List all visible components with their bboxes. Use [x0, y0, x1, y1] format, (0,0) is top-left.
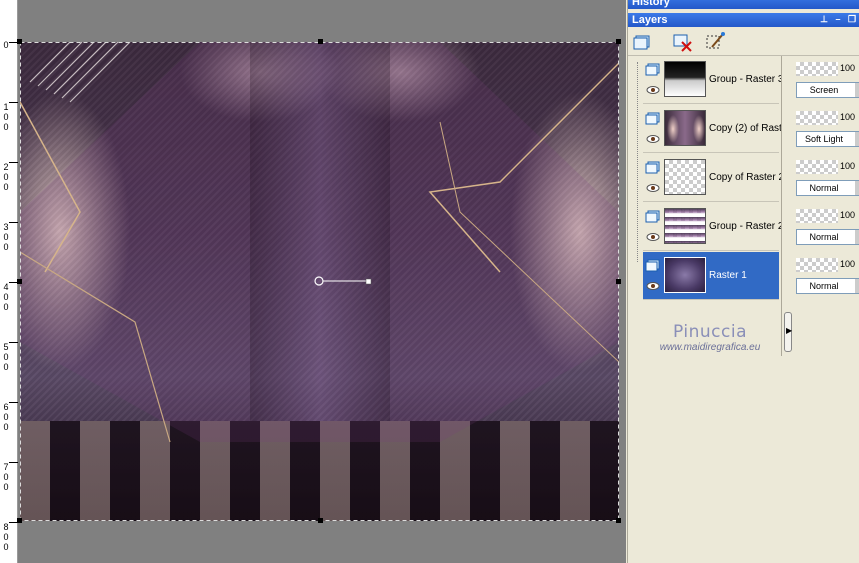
- layer-thumbnail: [664, 257, 706, 293]
- opacity-slider[interactable]: 100: [796, 160, 859, 174]
- blend-mode-select[interactable]: Normal: [796, 229, 859, 245]
- layers-panel-titlebar[interactable]: Layers ⊥ – ❐: [628, 13, 859, 27]
- layer-thumbnail: [664, 159, 706, 195]
- layer-props-row: 100 Normal: [794, 203, 859, 251]
- opacity-slider[interactable]: 100: [796, 258, 859, 272]
- ruler-label: 6 0 0: [3, 402, 9, 432]
- watermark-name: Pinuccia: [673, 322, 747, 342]
- layer-thumbnail: [664, 61, 706, 97]
- layer-props-row: 100 Screen: [794, 56, 859, 104]
- resize-handle[interactable]: [616, 39, 621, 44]
- layer-name: Group - Raster 2: [709, 221, 781, 232]
- minimize-icon[interactable]: –: [832, 14, 844, 25]
- eye-icon[interactable]: [646, 134, 660, 144]
- delete-layer-icon[interactable]: [672, 31, 694, 53]
- layer-props-row: 100 Normal: [794, 154, 859, 202]
- blend-mode-value: Normal: [809, 281, 839, 291]
- eye-icon[interactable]: [646, 232, 660, 242]
- layer-row-selected[interactable]: Raster 1: [643, 252, 779, 300]
- ruler-label: 1 0 0: [3, 102, 9, 132]
- layer-row[interactable]: Copy of Raster 2: [643, 154, 781, 202]
- layer-row[interactable]: Group - Raster 3: [643, 56, 781, 104]
- new-layer-icon[interactable]: [632, 31, 654, 53]
- layers-title: Layers: [632, 14, 668, 26]
- opacity-slider[interactable]: 100: [796, 62, 859, 76]
- ruler-label: 7 0 0: [3, 462, 9, 492]
- ruler-label: 0: [3, 40, 9, 50]
- layer-name: Copy (2) of Raste: [709, 123, 781, 134]
- resize-handle[interactable]: [17, 39, 22, 44]
- opacity-slider[interactable]: 100: [796, 209, 859, 223]
- resize-handle[interactable]: [616, 518, 621, 523]
- blend-mode-select[interactable]: Normal: [796, 180, 859, 196]
- opacity-value: 100: [840, 112, 856, 122]
- layers-palette: History Layers ⊥ – ❐ Group - Raster 3 Co…: [627, 0, 859, 563]
- raster-layer-icon: [645, 161, 660, 174]
- eye-icon[interactable]: [646, 281, 660, 291]
- blend-mode-select[interactable]: Soft Light: [796, 131, 859, 147]
- resize-handle[interactable]: [17, 279, 22, 284]
- ruler-label: 4 0 0: [3, 282, 9, 312]
- opacity-value: 100: [840, 161, 856, 171]
- layer-thumbnail: [664, 110, 706, 146]
- layer-properties-column: 100 Screen 100 Soft Light 100 Normal 100…: [791, 56, 859, 563]
- vertical-ruler: 0 1 0 0 2 0 0 3 0 0 4 0 0 5 0 0 6 0 0 7 …: [0, 0, 18, 563]
- layer-row[interactable]: Group - Raster 2: [643, 203, 781, 251]
- edit-selection-icon[interactable]: [704, 31, 726, 53]
- raster-layer-icon: [645, 63, 660, 76]
- layer-thumbnail: [664, 208, 706, 244]
- canvas-artwork: [20, 42, 619, 521]
- raster-layer-icon: [645, 112, 660, 125]
- opacity-value: 100: [840, 259, 856, 269]
- ruler-label: 5 0 0: [3, 342, 9, 372]
- watermark-url: www.maidiregrafica.eu: [659, 342, 761, 353]
- ruler-label: 8 0 0: [3, 522, 9, 552]
- eye-icon[interactable]: [646, 183, 660, 193]
- history-panel-titlebar[interactable]: History: [628, 0, 859, 9]
- opacity-value: 100: [840, 63, 856, 73]
- layer-name: Group - Raster 3: [709, 74, 781, 85]
- blend-mode-value: Screen: [809, 85, 839, 95]
- opacity-slider[interactable]: 100: [796, 111, 859, 125]
- restore-icon[interactable]: ❐: [846, 14, 858, 25]
- blend-mode-value: Soft Light: [804, 134, 844, 144]
- raster-layer-icon: [645, 259, 660, 272]
- ruler-label: 2 0 0: [3, 162, 9, 192]
- layers-toolbar: [628, 28, 859, 56]
- pin-icon[interactable]: ⊥: [818, 14, 830, 25]
- layer-row[interactable]: Copy (2) of Raste: [643, 105, 781, 153]
- raster-layer-icon: [645, 210, 660, 223]
- resize-handle[interactable]: [318, 39, 323, 44]
- blend-mode-select[interactable]: Screen: [796, 82, 859, 98]
- resize-handle[interactable]: [616, 279, 621, 284]
- layer-name: Raster 1: [709, 270, 747, 281]
- blend-mode-value: Normal: [809, 232, 839, 242]
- image-workspace[interactable]: 0 1 0 0 2 0 0 3 0 0 4 0 0 5 0 0 6 0 0 7 …: [0, 0, 626, 563]
- history-title: History: [632, 0, 670, 8]
- layer-name: Copy of Raster 2: [709, 172, 781, 183]
- layer-props-row: 100 Normal: [794, 252, 859, 300]
- image-canvas[interactable]: [20, 42, 619, 521]
- opacity-value: 100: [840, 210, 856, 220]
- layers-list[interactable]: Group - Raster 3 Copy (2) of Raste Copy …: [640, 56, 782, 356]
- tree-connector: [637, 62, 638, 262]
- eye-icon[interactable]: [646, 85, 660, 95]
- resize-handle[interactable]: [318, 518, 323, 523]
- ruler-label: 3 0 0: [3, 222, 9, 252]
- watermark: Pinuccia www.maidiregrafica.eu: [638, 322, 782, 353]
- resize-handle[interactable]: [17, 518, 22, 523]
- layer-props-row: 100 Soft Light: [794, 105, 859, 153]
- blend-mode-value: Normal: [809, 183, 839, 193]
- blend-mode-select[interactable]: Normal: [796, 278, 859, 294]
